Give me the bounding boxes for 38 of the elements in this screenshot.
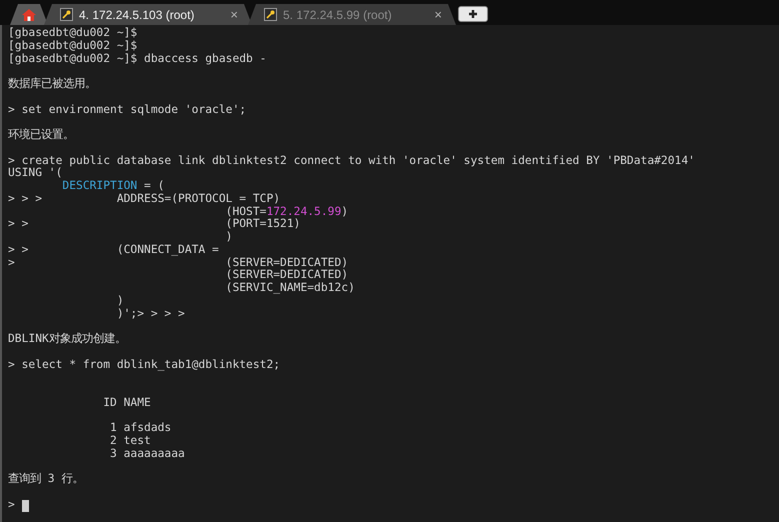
terminal-line: [gbasedbt@du002 ~]$ dbaccess gbasedb -	[8, 52, 266, 66]
terminal-line: USING '(	[8, 167, 62, 180]
terminal-line: 1 afsdads	[109, 422, 172, 435]
new-tab-button[interactable]	[458, 6, 488, 22]
terminal-line: 3 aaaaaaaaa	[109, 448, 185, 460]
terminal-line: (SERVER=DEDICATED)	[224, 269, 348, 282]
home-tab[interactable]	[10, 4, 48, 25]
terminal-line: (SERVIC_NAME=db12c)	[224, 282, 355, 295]
close-icon[interactable]: ×	[434, 8, 442, 21]
terminal-line: 环境已设置。	[8, 129, 74, 142]
terminal-line: 数据库已被选用。	[8, 78, 96, 91]
terminal-line: > (SERVER=DEDICATED)	[8, 256, 348, 269]
close-icon[interactable]: ×	[230, 8, 238, 21]
terminal-line: > > > ADDRESS=(PROTOCOL = TCP)	[8, 192, 280, 206]
key-icon	[264, 8, 277, 21]
terminal-line: ID NAME	[102, 396, 151, 410]
terminal-line: > set environment sqlmode 'oracle';	[8, 104, 246, 116]
terminal-line: > > (PORT=1521)	[8, 218, 300, 231]
terminal-line: 2 test	[109, 435, 151, 448]
prompt-text: >	[8, 498, 16, 512]
terminal-line: 查询到 3 行。	[8, 473, 84, 486]
session-tab[interactable]: 4. 172.24.5.103 (root) ×	[44, 4, 252, 25]
session-tab[interactable]: 5. 172.24.5.99 (root) ×	[248, 4, 456, 25]
terminal-line: (HOST=172.24.5.99)	[224, 206, 348, 218]
key-icon	[60, 8, 73, 21]
terminal-line: DESCRIPTION = (	[61, 180, 164, 193]
terminal-line: )	[116, 294, 124, 308]
terminal-line: )';> > > >	[116, 308, 185, 320]
terminal-line: > > (CONNECT_DATA =	[8, 244, 219, 256]
terminal-line: DBLINK对象成功创建。	[8, 333, 126, 346]
terminal-line: )	[224, 231, 232, 244]
terminal-line: [gbasedbt@du002 ~]$	[8, 40, 138, 52]
house-icon	[21, 8, 37, 22]
text-cursor	[22, 500, 29, 512]
terminal-line: [gbasedbt@du002 ~]$	[8, 27, 138, 40]
plus-icon	[468, 9, 478, 19]
terminal-line: > select * from dblink_tab1@dblinktest2;	[8, 358, 280, 372]
terminal-line: > create public database link dblinktest2 connect to with 'oracle' system identified BY 'PBData#2014'	[8, 154, 695, 167]
